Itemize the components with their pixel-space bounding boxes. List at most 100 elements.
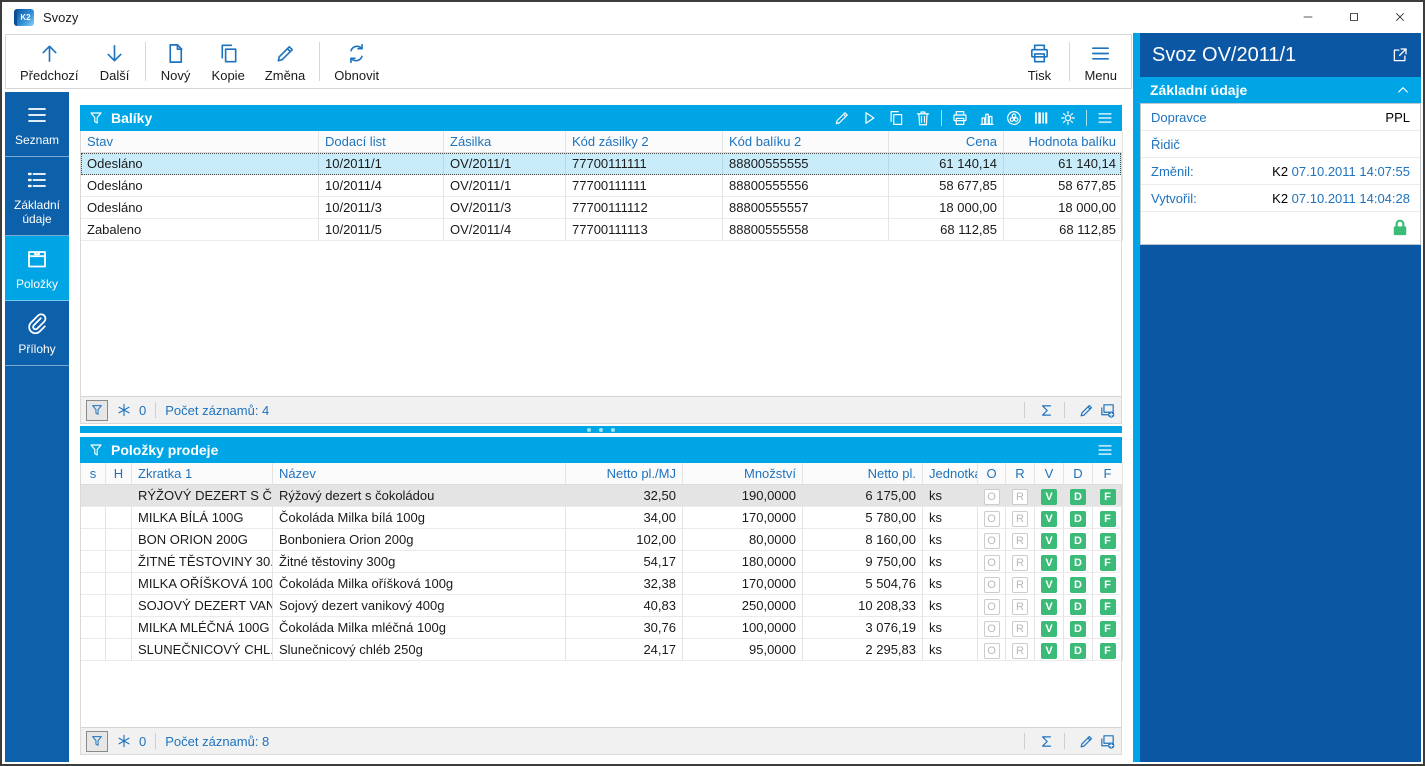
table-cell-flag-d: D (1064, 551, 1093, 573)
hamburger-icon[interactable] (1096, 441, 1114, 459)
toolbar-button-menu[interactable]: Menu (1074, 37, 1127, 86)
filter-icon[interactable] (88, 442, 104, 458)
trash-icon[interactable] (914, 109, 932, 127)
chevron-up-icon[interactable] (1395, 82, 1411, 98)
badge-r: R (1012, 555, 1028, 571)
column-header-zkratka-1[interactable]: Zkratka 1 (132, 463, 273, 485)
filter-button[interactable] (86, 400, 108, 421)
badge-o: O (984, 555, 1000, 571)
table-row[interactable]: MILKA BÍLÁ 100GČokoláda Milka bílá 100g3… (81, 507, 1121, 529)
sum-icon[interactable] (1038, 402, 1055, 419)
table-cell (81, 595, 106, 617)
table-cell-flag-d: D (1064, 617, 1093, 639)
toolbar-button-zmena[interactable]: Změna (255, 37, 315, 86)
table-row[interactable]: MILKA OŘÍŠKOVÁ 100GČokoláda Milka oříško… (81, 573, 1121, 595)
column-header-o[interactable]: O (978, 463, 1006, 485)
column-header-h[interactable]: H (106, 463, 132, 485)
table-row[interactable]: SLUNEČNICOVÝ CHL...Slunečnicový chléb 25… (81, 639, 1121, 661)
snowflake-icon[interactable] (116, 733, 132, 749)
filter-button[interactable] (86, 731, 108, 752)
chart-icon[interactable] (978, 109, 996, 127)
column-header-netto-pl-mj[interactable]: Netto pl./MJ (566, 463, 683, 485)
sidebar-item-polozky[interactable]: Položky (5, 236, 69, 301)
baliky-panel-header: Balíky (80, 105, 1122, 131)
copy-icon[interactable] (887, 109, 905, 127)
snowflake-icon[interactable] (116, 402, 132, 418)
detail-fields-card: DopravcePPLŘidičZměnil:K2 07.10.2011 14:… (1140, 103, 1421, 245)
hamburger-icon[interactable] (1096, 109, 1114, 127)
table-cell-flag-d: D (1064, 529, 1093, 551)
toolbar-button-novy[interactable]: Nový (150, 37, 202, 86)
table-cell-flag-v: V (1035, 551, 1064, 573)
table-row[interactable]: Odesláno10/2011/1OV/2011/177700111111888… (81, 153, 1121, 175)
edit-icon[interactable] (1078, 733, 1095, 750)
column-header-cena[interactable]: Cena (889, 131, 1004, 153)
column-header-zasilka[interactable]: Zásilka (444, 131, 566, 153)
table-cell: 10 208,33 (803, 595, 923, 617)
open-in-window-icon[interactable] (1391, 46, 1409, 64)
detail-section-header[interactable]: Základní údaje (1140, 77, 1421, 103)
toolbar-separator (145, 42, 146, 81)
panel-splitter[interactable] (80, 426, 1122, 433)
sidebar-item-prilohy[interactable]: Přílohy (5, 301, 69, 366)
toolbar-button-predchozi[interactable]: Předchozí (10, 37, 89, 86)
badge-r: R (1012, 511, 1028, 527)
column-header-kod-zasilky-2[interactable]: Kód zásilky 2 (566, 131, 723, 153)
column-header-jednotka[interactable]: Jednotka (923, 463, 978, 485)
maximize-button[interactable] (1331, 2, 1377, 32)
column-header-d[interactable]: D (1064, 463, 1093, 485)
column-header-r[interactable]: R (1006, 463, 1035, 485)
minimize-button[interactable] (1285, 2, 1331, 32)
new-window-icon[interactable] (1099, 733, 1116, 750)
snowflake-count: 0 (139, 403, 146, 418)
toolbar-button-tisk[interactable]: Tisk (1013, 37, 1065, 86)
sidebar-item-seznam[interactable]: Seznam (5, 92, 69, 157)
table-cell: 77700111113 (566, 219, 723, 241)
edit-icon[interactable] (1078, 402, 1095, 419)
barcode-icon[interactable] (1032, 109, 1050, 127)
table-cell-flag-v: V (1035, 639, 1064, 661)
toolbar-button-dalsi[interactable]: Další (89, 37, 141, 86)
gear-icon[interactable] (1059, 109, 1077, 127)
record-count-label: Počet záznamů: 4 (165, 403, 269, 418)
table-row[interactable]: Odesláno10/2011/3OV/2011/377700111112888… (81, 197, 1121, 219)
toolbar-button-obnovit[interactable]: Obnovit (324, 37, 389, 86)
pencil-icon[interactable] (833, 109, 851, 127)
table-row[interactable]: Zabaleno10/2011/5OV/2011/477700111113888… (81, 219, 1121, 241)
detail-panel-splitter[interactable] (1133, 33, 1140, 762)
table-row[interactable]: BON ORION 200GBonboniera Orion 200g102,0… (81, 529, 1121, 551)
table-row[interactable]: MILKA MLÉČNÁ 100GČokoláda Milka mléčná 1… (81, 617, 1121, 639)
column-header-netto-pl[interactable]: Netto pl. (803, 463, 923, 485)
table-row[interactable]: RÝŽOVÝ DEZERT S Č...Rýžový dezert s čoko… (81, 485, 1121, 507)
column-header-mnozstvi[interactable]: Množství (683, 463, 803, 485)
column-header-hodnota-baliku[interactable]: Hodnota balíku (1004, 131, 1123, 153)
table-cell-flag-f: F (1093, 573, 1123, 595)
filter-icon[interactable] (88, 110, 104, 126)
sidebar-item-zakladni-udaje[interactable]: Základní údaje (5, 157, 69, 236)
table-cell: 77700111111 (566, 153, 723, 175)
toolbar-button-kopie[interactable]: Kopie (202, 37, 255, 86)
table-row[interactable]: ŽITNÉ TĚSTOVINY 30...Žitné těstoviny 300… (81, 551, 1121, 573)
close-button[interactable] (1377, 2, 1423, 32)
column-header-s[interactable]: s (81, 463, 106, 485)
column-header-f[interactable]: F (1093, 463, 1123, 485)
table-cell: Čokoláda Milka mléčná 100g (273, 617, 566, 639)
table-row[interactable]: Odesláno10/2011/4OV/2011/177700111111888… (81, 175, 1121, 197)
new-window-icon[interactable] (1099, 402, 1116, 419)
column-header-dodaci-list[interactable]: Dodací list (319, 131, 444, 153)
table-cell: ks (923, 639, 978, 661)
badge-f: F (1100, 489, 1116, 505)
table-cell: 8 160,00 (803, 529, 923, 551)
wheel-icon[interactable] (1005, 109, 1023, 127)
sum-icon[interactable] (1038, 733, 1055, 750)
table-cell-flag-o: O (978, 507, 1006, 529)
column-header-stav[interactable]: Stav (81, 131, 319, 153)
column-header-nazev[interactable]: Název (273, 463, 566, 485)
column-header-v[interactable]: V (1035, 463, 1064, 485)
table-cell: BON ORION 200G (132, 529, 273, 551)
column-header-kod-baliku-2[interactable]: Kód balíku 2 (723, 131, 889, 153)
toolbar-button-label: Tisk (1028, 68, 1051, 83)
printer-icon[interactable] (951, 109, 969, 127)
table-row[interactable]: SOJOVÝ DEZERT VAN...Sojový dezert vaniko… (81, 595, 1121, 617)
play-icon[interactable] (860, 109, 878, 127)
